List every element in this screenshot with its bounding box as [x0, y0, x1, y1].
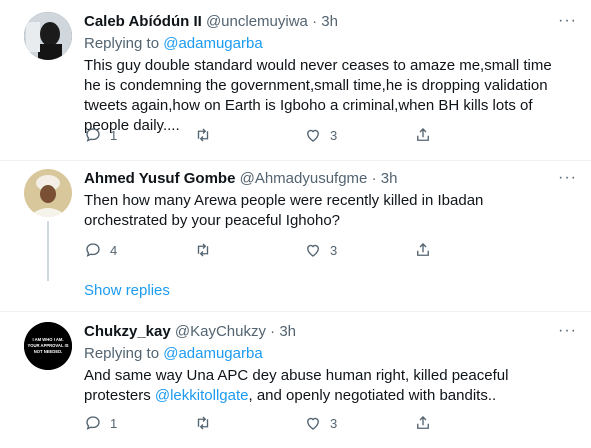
avatar[interactable]	[24, 12, 72, 60]
more-icon[interactable]: ···	[558, 12, 577, 30]
thread-line	[47, 221, 49, 281]
retweet-button[interactable]	[194, 414, 220, 432]
reply-icon	[86, 243, 100, 257]
display-name[interactable]: Ahmed Yusuf Gombe	[84, 170, 235, 187]
like-icon	[307, 129, 319, 142]
separator-dot: ·	[371, 170, 377, 187]
reply-button[interactable]: 1	[84, 414, 117, 432]
svg-text:I AM WHO I AM.: I AM WHO I AM.	[32, 337, 63, 342]
like-count: 3	[330, 415, 338, 431]
like-icon	[307, 417, 319, 430]
avatar-photo	[24, 169, 72, 217]
tweet-2[interactable]: Ahmed Yusuf Gombe @Ahmadyusufgme · 3h Th…	[0, 161, 591, 281]
like-count: 3	[330, 242, 338, 258]
like-button[interactable]: 3	[304, 241, 337, 259]
timestamp[interactable]: 3h	[321, 13, 338, 30]
avatar[interactable]: I AM WHO I AM. YOUR APPROVAL IS NOT NEED…	[24, 322, 72, 370]
avatar-photo: I AM WHO I AM. YOUR APPROVAL IS NOT NEED…	[24, 322, 72, 370]
tweet-text-part: , and openly negotiated with bandits..	[248, 387, 497, 404]
reply-button[interactable]: 1	[84, 126, 117, 144]
more-icon[interactable]: ···	[558, 322, 577, 340]
display-name[interactable]: Caleb Abíódún II	[84, 13, 202, 30]
like-button[interactable]: 3	[304, 126, 337, 144]
svg-text:YOUR APPROVAL IS: YOUR APPROVAL IS	[27, 343, 68, 348]
reply-count: 1	[110, 415, 118, 431]
tweet-header: Caleb Abíódún II @unclemuyiwa · 3h	[84, 12, 567, 32]
replying-to-label: Replying to	[84, 345, 160, 362]
retweet-icon	[197, 416, 209, 430]
separator-dot: ·	[270, 323, 276, 340]
user-handle[interactable]: @KayChukzy	[175, 323, 266, 340]
share-icon	[417, 416, 429, 429]
inline-mention[interactable]: @lekkitollgate	[155, 387, 249, 404]
share-button[interactable]	[414, 241, 432, 259]
replying-to-mention[interactable]: @adamugarba	[163, 345, 262, 362]
retweet-icon	[197, 243, 209, 257]
svg-text:NOT NEEDED.: NOT NEEDED.	[34, 349, 63, 354]
more-icon[interactable]: ···	[558, 169, 577, 187]
share-button[interactable]	[414, 414, 432, 432]
replying-to: Replying to @adamugarba	[84, 344, 567, 364]
tweet-text: Then how many Arewa people were recently…	[84, 192, 484, 229]
replying-to: Replying to @adamugarba	[84, 34, 567, 54]
reply-count: 1	[110, 127, 118, 143]
avatar[interactable]	[24, 169, 72, 217]
retweet-button[interactable]	[194, 126, 220, 144]
reply-icon	[86, 416, 100, 430]
reply-icon	[86, 128, 100, 142]
user-handle[interactable]: @Ahmadyusufgme	[240, 170, 368, 187]
separator-dot: ·	[312, 13, 318, 30]
user-handle[interactable]: @unclemuyiwa	[206, 13, 308, 30]
tweet-header: Ahmed Yusuf Gombe @Ahmadyusufgme · 3h	[84, 169, 567, 189]
like-button[interactable]: 3	[304, 414, 337, 432]
avatar-photo	[24, 12, 72, 60]
share-button[interactable]	[414, 126, 432, 144]
tweet-header: Chukzy_kay @KayChukzy · 3h	[84, 322, 567, 342]
tweet-text: And same way Una APC dey abuse human rig…	[84, 366, 567, 406]
tweet-3[interactable]: I AM WHO I AM. YOUR APPROVAL IS NOT NEED…	[0, 312, 591, 448]
tweet-text: This guy double standard would never cea…	[84, 57, 552, 134]
display-name[interactable]: Chukzy_kay	[84, 323, 171, 340]
reply-count: 4	[110, 242, 118, 258]
timestamp[interactable]: 3h	[279, 323, 296, 340]
replying-to-mention[interactable]: @adamugarba	[163, 35, 262, 52]
like-count: 3	[330, 127, 338, 143]
retweet-button[interactable]	[194, 241, 220, 259]
share-icon	[417, 128, 429, 141]
replying-to-label: Replying to	[84, 35, 160, 52]
show-replies-link[interactable]: Show replies	[84, 282, 170, 299]
share-icon	[417, 243, 429, 256]
tweet-1[interactable]: Caleb Abíódún II @unclemuyiwa · 3h Reply…	[0, 0, 591, 160]
timestamp[interactable]: 3h	[381, 170, 398, 187]
like-icon	[307, 244, 319, 257]
retweet-icon	[197, 128, 209, 142]
reply-button[interactable]: 4	[84, 241, 117, 259]
